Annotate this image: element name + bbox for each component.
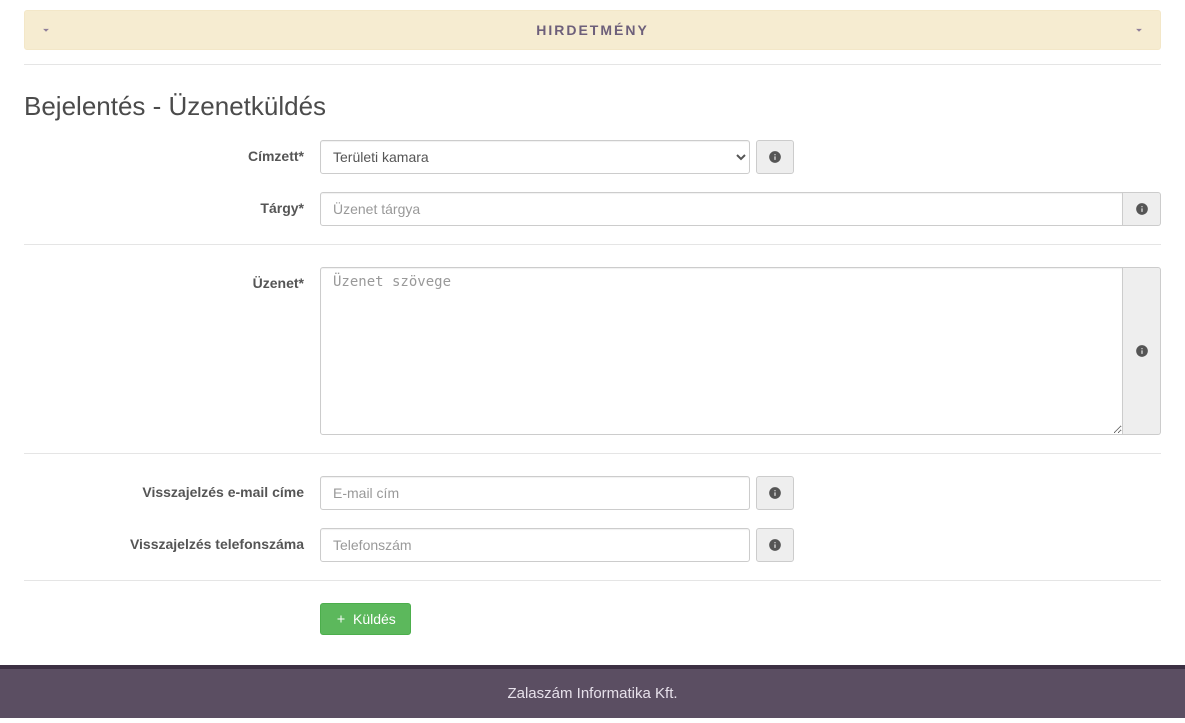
info-icon [768,150,782,164]
info-icon [768,486,782,500]
subject-label: Tárgy* [24,192,320,216]
feedback-phone-info-button[interactable] [756,528,794,562]
subject-input[interactable] [320,192,1123,226]
recipient-info-button[interactable] [756,140,794,174]
feedback-email-info-button[interactable] [756,476,794,510]
subject-info-button[interactable] [1123,192,1161,226]
feedback-phone-input[interactable] [320,528,750,562]
announcement-banner[interactable]: HIRDETMÉNY [24,10,1161,50]
form-group-feedback-email: Visszajelzés e-mail címe [24,476,1161,510]
divider [24,64,1161,65]
plus-icon [335,613,347,625]
message-info-button[interactable] [1123,267,1161,435]
form-group-recipient: Címzett* Területi kamara [24,140,1161,174]
send-button[interactable]: Küldés [320,603,411,635]
page-title: Bejelentés - Üzenetküldés [24,91,1161,122]
info-icon [768,538,782,552]
divider [24,580,1161,581]
footer-text: Zalaszám Informatika Kft. [507,685,677,702]
recipient-label: Címzett* [24,140,320,164]
divider [24,244,1161,245]
divider [24,453,1161,454]
feedback-email-input[interactable] [320,476,750,510]
form-group-submit: Küldés [24,603,1161,635]
form-group-message: Üzenet* [24,267,1161,435]
form-group-subject: Tárgy* [24,192,1161,226]
footer: Zalaszám Informatika Kft. [0,665,1185,718]
recipient-select[interactable]: Területi kamara [320,140,750,174]
send-button-label: Küldés [353,611,396,627]
banner-title: HIRDETMÉNY [53,22,1132,38]
message-label: Üzenet* [24,267,320,291]
message-textarea[interactable] [320,267,1123,435]
feedback-email-label: Visszajelzés e-mail címe [24,476,320,500]
chevron-down-icon [1132,23,1146,37]
chevron-down-icon [39,23,53,37]
form-group-feedback-phone: Visszajelzés telefonszáma [24,528,1161,562]
feedback-phone-label: Visszajelzés telefonszáma [24,528,320,552]
info-icon [1135,202,1149,216]
info-icon [1135,344,1149,358]
